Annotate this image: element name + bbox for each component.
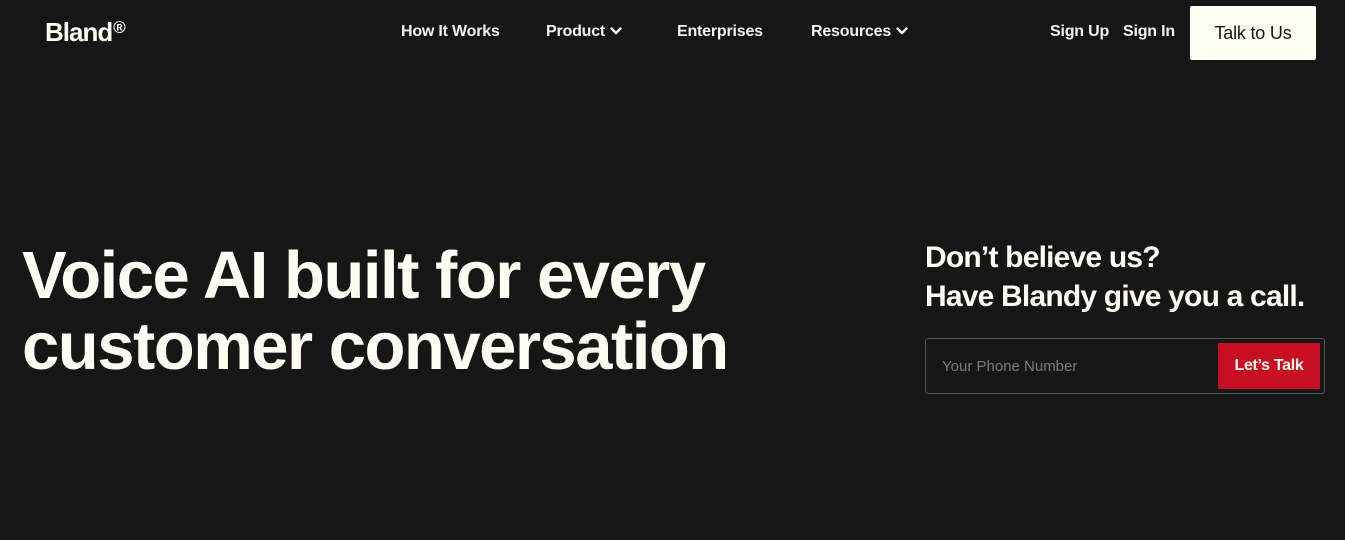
talk-to-us-button[interactable]: Talk to Us: [1190, 6, 1316, 60]
nav-item-label: Resources: [811, 23, 892, 40]
nav-item-label: Product: [546, 23, 606, 40]
hero-title-line-1: Voice AI built for every: [22, 238, 706, 313]
callout-line-1: Don’t believe us?: [925, 241, 1161, 274]
chevron-down-icon: [609, 24, 623, 38]
nav-item-label: How It Works: [401, 23, 500, 40]
nav-item-label: Enterprises: [677, 23, 763, 40]
callout-heading: Don’t believe us? Have Blandy give you a…: [925, 238, 1335, 316]
brand-name: Bland: [45, 17, 113, 47]
brand-logo[interactable]: Bland®: [45, 15, 126, 49]
top-nav: Bland® How It Works Product Enterprises …: [0, 0, 1345, 66]
nav-item-enterprises[interactable]: Enterprises: [677, 21, 763, 43]
nav-item-how-it-works[interactable]: How It Works: [401, 21, 500, 43]
call-me-callout: Don’t believe us? Have Blandy give you a…: [925, 238, 1335, 316]
sign-in-link[interactable]: Sign In: [1123, 21, 1175, 43]
registered-mark: ®: [113, 18, 126, 37]
chevron-down-icon: [895, 24, 909, 38]
lets-talk-button[interactable]: Let’s Talk: [1218, 343, 1320, 389]
callout-line-2: Have Blandy give you a call.: [925, 280, 1305, 313]
phone-form: Let’s Talk: [925, 338, 1325, 394]
sign-up-link[interactable]: Sign Up: [1050, 21, 1109, 43]
phone-number-input[interactable]: [926, 339, 1216, 393]
nav-item-product[interactable]: Product: [546, 21, 623, 43]
hero-title: Voice AI built for every customer conver…: [22, 240, 822, 382]
nav-item-resources[interactable]: Resources: [811, 21, 909, 43]
hero-title-line-2: customer conversation: [22, 309, 729, 384]
